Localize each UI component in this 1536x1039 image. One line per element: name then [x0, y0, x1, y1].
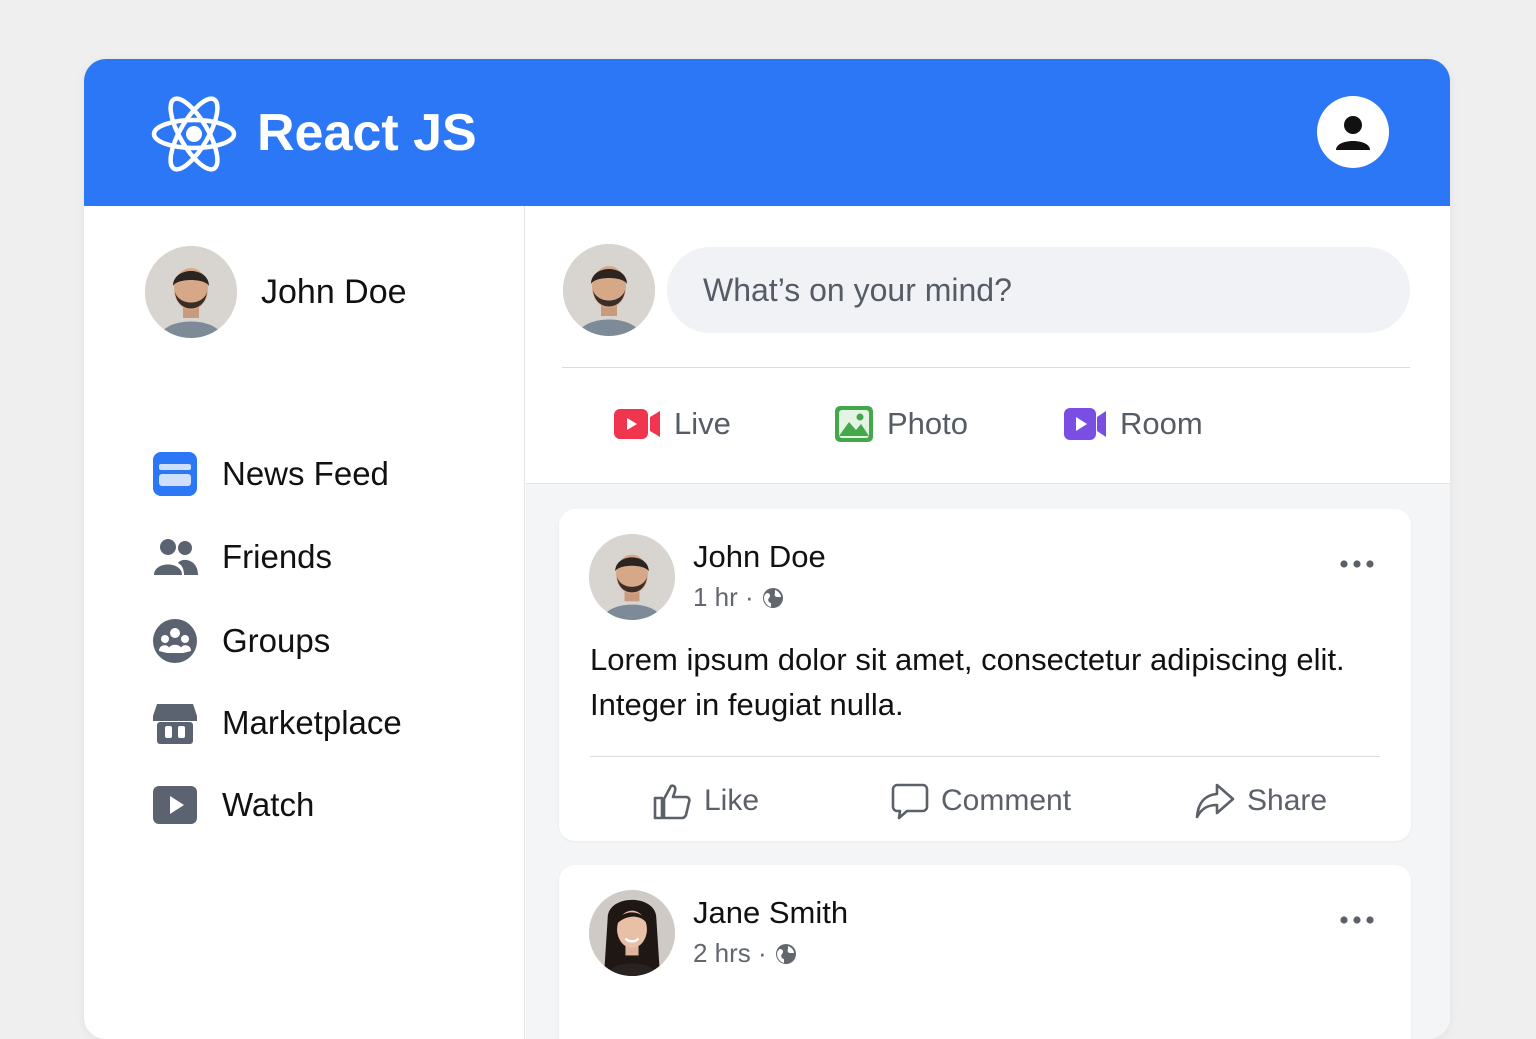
sidebar-item-marketplace[interactable]: Marketplace — [152, 698, 402, 748]
composer-divider — [562, 367, 1410, 368]
comment-button[interactable]: Comment — [891, 777, 1071, 825]
sidebar-item-watch[interactable]: Watch — [152, 780, 314, 830]
profile-button[interactable] — [1317, 96, 1389, 168]
room-button[interactable]: Room — [1064, 398, 1203, 450]
photo-icon — [835, 406, 873, 442]
like-label: Like — [704, 784, 760, 817]
post-author[interactable]: Jane Smith — [693, 895, 848, 931]
more-options-icon[interactable] — [1337, 549, 1377, 579]
post-composer: Live Photo Room — [526, 206, 1450, 484]
room-video-icon — [1064, 408, 1106, 440]
react-atom-icon[interactable] — [150, 94, 238, 174]
top-header: React JS — [84, 59, 1450, 206]
friends-icon — [152, 534, 198, 580]
post-author[interactable]: John Doe — [693, 539, 826, 575]
comment-icon — [891, 783, 929, 820]
photo-label: Photo — [887, 406, 969, 441]
post-divider — [590, 756, 1380, 757]
marketplace-icon — [152, 700, 198, 746]
news-feed-icon — [152, 451, 198, 497]
sidebar-item-label: News Feed — [222, 455, 389, 492]
post-time[interactable]: 2 hrs · — [693, 938, 767, 969]
room-label: Room — [1120, 406, 1203, 441]
post-meta: 1 hr · — [693, 582, 784, 613]
live-label: Live — [674, 406, 731, 441]
brand-title[interactable]: React JS — [257, 103, 477, 163]
avatar[interactable] — [145, 246, 237, 338]
post-card: Jane Smith 2 hrs · — [559, 865, 1411, 1039]
composer-input[interactable] — [667, 247, 1410, 333]
watch-icon — [152, 782, 198, 828]
sidebar-item-label: Marketplace — [222, 704, 402, 741]
sidebar-user-name: John Doe — [261, 272, 407, 311]
avatar[interactable] — [589, 534, 675, 620]
share-label: Share — [1247, 784, 1328, 817]
feed-main: Live Photo Room — [526, 206, 1450, 1039]
sidebar-item-groups[interactable]: Groups — [152, 616, 330, 666]
groups-icon — [152, 618, 198, 664]
comment-label: Comment — [941, 784, 1072, 817]
post-time[interactable]: 1 hr · — [693, 582, 754, 613]
avatar[interactable] — [589, 890, 675, 976]
live-video-icon — [614, 409, 660, 439]
left-sidebar: John Doe News Feed Friends Groups Market… — [84, 206, 525, 1039]
post-text: Lorem ipsum dolor sit amet, consectetur … — [590, 642, 1345, 722]
post-card: John Doe 1 hr · Lorem ipsum dolor sit am… — [559, 509, 1411, 841]
app-window: React JS John Doe News Feed Friends Grou… — [84, 59, 1450, 1039]
sidebar-item-label: Groups — [222, 622, 331, 659]
thumbs-up-icon — [653, 784, 691, 820]
avatar[interactable] — [563, 244, 655, 336]
live-video-button[interactable]: Live — [614, 398, 731, 450]
sidebar-item-friends[interactable]: Friends — [152, 532, 332, 582]
sidebar-user[interactable]: John Doe — [145, 246, 407, 338]
sidebar-item-label: Watch — [222, 786, 315, 823]
globe-icon — [775, 943, 797, 965]
share-button[interactable]: Share — [1195, 777, 1327, 825]
photo-button[interactable]: Photo — [835, 398, 968, 450]
user-silhouette-icon — [1336, 116, 1370, 150]
sidebar-item-news-feed[interactable]: News Feed — [152, 449, 389, 499]
share-arrow-icon — [1195, 783, 1235, 819]
more-options-icon[interactable] — [1337, 905, 1377, 935]
sidebar-item-label: Friends — [222, 538, 333, 575]
like-button[interactable]: Like — [652, 777, 759, 825]
globe-icon — [762, 587, 784, 609]
post-meta: 2 hrs · — [693, 938, 797, 969]
